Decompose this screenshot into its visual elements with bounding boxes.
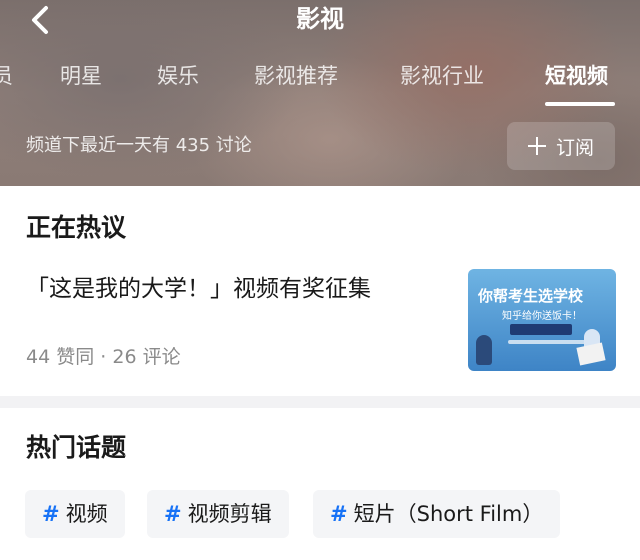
topic-chip-short-film[interactable]: # 短片（Short Film） xyxy=(313,490,561,538)
tab-film-industry[interactable]: 影视行业 xyxy=(400,60,484,92)
active-tab-indicator xyxy=(545,102,615,106)
subscribe-label: 订阅 xyxy=(555,136,594,159)
page-title: 影视 xyxy=(296,5,344,33)
thumbnail-figure xyxy=(476,335,492,365)
thumbnail-badge xyxy=(510,324,572,335)
section-title-hot: 正在热议 xyxy=(26,213,127,242)
hashtag-icon: # xyxy=(164,502,182,526)
subscribe-button[interactable]: 订阅 xyxy=(507,122,615,170)
comments-count: 26 评论 xyxy=(112,346,181,368)
topic-chip-video[interactable]: # 视频 xyxy=(25,490,125,538)
hashtag-icon: # xyxy=(42,502,60,526)
tab-film-recommend[interactable]: 影视推荐 xyxy=(254,60,338,92)
thumbnail-title: 你帮考生选学校 xyxy=(478,287,584,305)
thumbnail-line xyxy=(508,340,588,344)
topic-chip-label: 短片（Short Film） xyxy=(353,502,544,526)
meta-separator: · xyxy=(100,346,107,368)
channel-tabs: 员 明星 娱乐 影视推荐 影视行业 短视频 xyxy=(0,60,640,106)
topic-chip-label: 视频 xyxy=(65,502,108,526)
tab-entertainment[interactable]: 娱乐 xyxy=(157,60,199,92)
hot-thumbnail[interactable]: 你帮考生选学校 知乎给你送饭卡！ xyxy=(468,269,616,371)
plus-icon xyxy=(527,137,546,155)
hot-headline[interactable]: 「这是我的大学！」视频有奖征集 xyxy=(26,274,371,304)
topic-chip-video-editing[interactable]: # 视频剪辑 xyxy=(147,490,289,538)
hot-discussion-section: 正在热议 「这是我的大学！」视频有奖征集 44 赞同 · 26 评论 你帮考生选… xyxy=(0,186,640,396)
thumbnail-book xyxy=(576,342,606,366)
topic-chip-label: 视频剪辑 xyxy=(187,502,272,526)
section-divider xyxy=(0,396,640,408)
tab-partial[interactable]: 员 xyxy=(0,60,13,92)
thumbnail-subtitle: 知乎给你送饭卡！ xyxy=(502,311,582,322)
section-title-topics: 热门话题 xyxy=(26,433,127,462)
tab-stars[interactable]: 明星 xyxy=(60,60,102,92)
channel-header: 影视 员 明星 娱乐 影视推荐 影视行业 短视频 频道下最近一天有 435 讨论… xyxy=(0,0,640,186)
likes-count: 44 赞同 xyxy=(26,346,95,368)
tab-short-video[interactable]: 短视频 xyxy=(545,60,608,92)
hashtag-icon: # xyxy=(330,502,348,526)
channel-stats: 频道下最近一天有 435 讨论 xyxy=(26,135,252,156)
hot-meta: 44 赞同 · 26 评论 xyxy=(26,344,181,370)
